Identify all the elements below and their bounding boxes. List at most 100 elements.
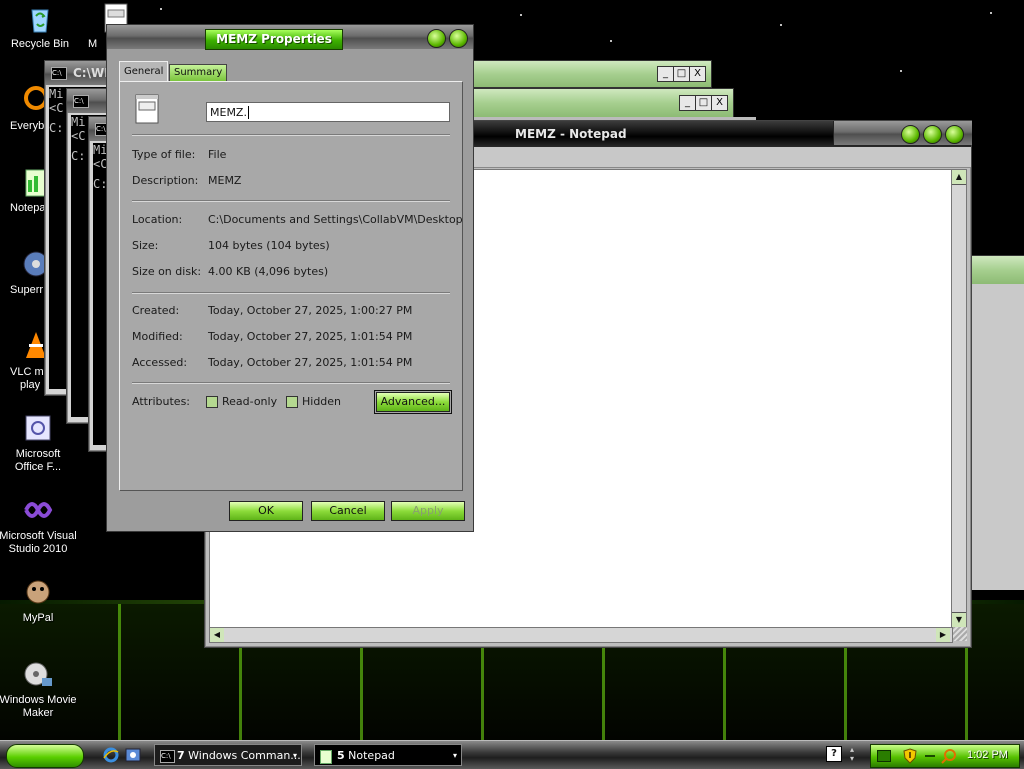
- modified-value: Today, October 27, 2025, 1:01:54 PM: [208, 330, 413, 343]
- task-count: 5: [337, 749, 345, 762]
- description-label: Description:: [132, 174, 199, 187]
- star: [780, 24, 782, 26]
- tab-general[interactable]: General: [119, 61, 169, 81]
- apply-button[interactable]: Apply: [391, 501, 465, 521]
- star: [900, 70, 902, 72]
- maximize-button[interactable]: □: [673, 66, 690, 82]
- mypal-browser-icon: [22, 576, 54, 608]
- maximize-button[interactable]: □: [695, 95, 712, 111]
- media-icon[interactable]: [124, 746, 142, 764]
- tray-expand-icon[interactable]: ▴ ▾: [850, 745, 854, 763]
- chevron-down-icon: ▾: [292, 751, 297, 760]
- minimize-button[interactable]: _: [679, 95, 696, 111]
- tab-summary[interactable]: Summary: [169, 64, 228, 82]
- filename-text: MEMZ.: [210, 106, 247, 119]
- maximize-orb-button[interactable]: [923, 125, 942, 144]
- advanced-button[interactable]: Advanced...: [374, 390, 452, 414]
- hidden-label: Hidden: [302, 395, 342, 408]
- size-on-disk-value: 4.00 KB (4,096 bytes): [208, 265, 329, 278]
- readonly-label: Read-only: [222, 395, 278, 408]
- separator: [132, 200, 450, 202]
- accessed-value: Today, October 27, 2025, 1:01:54 PM: [208, 356, 413, 369]
- help-orb-button[interactable]: [427, 29, 446, 48]
- desktop-icon-mypal[interactable]: MyPal: [0, 576, 78, 625]
- description-value: MEMZ: [208, 174, 242, 187]
- close-button[interactable]: X: [711, 95, 728, 111]
- volume-icon[interactable]: [925, 755, 935, 757]
- type-label: Type of file:: [132, 148, 196, 161]
- general-tab-pane: MEMZ. Type of file: File Description: ME…: [119, 81, 463, 491]
- background-window-body: [970, 284, 1024, 590]
- size-label: Size:: [132, 239, 159, 252]
- start-button[interactable]: [6, 744, 84, 768]
- properties-title: MEMZ Properties: [205, 29, 343, 50]
- readonly-checkbox[interactable]: [206, 396, 218, 408]
- desktop-icon-label-2: Studio 2010: [8, 543, 68, 555]
- close-orb-button[interactable]: [449, 29, 468, 48]
- location-value: C:\Documents and Settings\CollabVM\Deskt…: [208, 213, 463, 226]
- internet-explorer-icon[interactable]: [102, 746, 120, 764]
- desktop-icon-movie-maker[interactable]: Windows Movie Maker: [0, 658, 78, 720]
- text-file-icon: [134, 94, 160, 124]
- taskbar-button-notepad[interactable]: 5 Notepad ▾: [314, 744, 462, 766]
- desktop-icon-label: Windows Movie: [0, 694, 77, 706]
- system-tray: 1:02 PM: [870, 744, 1020, 768]
- clock[interactable]: 1:02 PM: [967, 749, 1008, 761]
- created-value: Today, October 27, 2025, 1:00:27 PM: [208, 304, 413, 317]
- console-icon: C:\: [160, 750, 175, 763]
- taskbar: C:\ 7 Windows Comman... ▾ 5 Notepad ▾ ? …: [0, 740, 1024, 769]
- background-window-fragment[interactable]: [970, 255, 1024, 285]
- help-icon[interactable]: ?: [826, 746, 842, 762]
- desktop-icon-recycle-bin[interactable]: Recycle Bin: [0, 2, 80, 51]
- properties-dialog[interactable]: MEMZ Properties General Summary MEMZ. Ty…: [106, 24, 474, 532]
- horizontal-scrollbar[interactable]: ◀ ▶: [209, 627, 953, 643]
- cancel-button[interactable]: Cancel: [311, 501, 385, 521]
- minimize-orb-button[interactable]: [901, 125, 920, 144]
- scroll-up-arrow-icon[interactable]: ▲: [952, 170, 966, 185]
- close-orb-button[interactable]: [945, 125, 964, 144]
- star: [990, 12, 992, 14]
- vertical-scrollbar[interactable]: ▲ ▼: [951, 169, 967, 629]
- search-tray-icon[interactable]: [941, 748, 957, 764]
- visual-studio-icon: [22, 494, 54, 526]
- office-app-icon: [22, 412, 54, 444]
- console-icon: C:\: [51, 67, 67, 80]
- size-on-disk-label: Size on disk:: [132, 265, 202, 278]
- properties-titlebar[interactable]: MEMZ Properties: [107, 25, 473, 50]
- recycle-bin-icon: [24, 2, 56, 34]
- notepad-icon: [320, 750, 332, 764]
- desktop-icon-label: MyPal: [22, 612, 54, 624]
- ok-button[interactable]: OK: [229, 501, 303, 521]
- separator: [132, 292, 450, 294]
- task-count: 7: [177, 749, 185, 762]
- text-caret: [247, 106, 249, 119]
- star: [160, 8, 162, 10]
- task-label: Windows Comman...: [188, 749, 301, 762]
- desktop-icon-label: Microsoft Visual: [0, 530, 77, 542]
- console-title: C:\WI: [73, 66, 109, 80]
- accessed-label: Accessed:: [132, 356, 188, 369]
- star: [520, 14, 522, 16]
- desktop-icon-label: Microsoft: [15, 448, 61, 460]
- background-window-titlebar-1[interactable]: _ □ X: [472, 60, 712, 88]
- minimize-button[interactable]: _: [657, 66, 674, 82]
- size-value: 104 bytes (104 bytes): [208, 239, 330, 252]
- scroll-left-arrow-icon[interactable]: ◀: [210, 628, 224, 642]
- scroll-down-arrow-icon[interactable]: ▼: [952, 612, 966, 627]
- desktop-icon-label: Recycle Bin: [10, 38, 70, 50]
- background-window-titlebar-2[interactable]: _ □ X: [472, 88, 734, 118]
- close-button[interactable]: X: [689, 66, 706, 82]
- taskbar-button-command-prompt[interactable]: C:\ 7 Windows Comman... ▾: [154, 744, 302, 766]
- type-value: File: [208, 148, 227, 161]
- network-icon[interactable]: [877, 750, 891, 762]
- star: [610, 40, 612, 42]
- security-shield-icon[interactable]: [903, 748, 917, 764]
- desktop-icon-label-2: Office F...: [14, 461, 62, 473]
- separator: [132, 382, 450, 384]
- scroll-right-arrow-icon[interactable]: ▶: [936, 628, 950, 642]
- desktop-icon-visual-studio[interactable]: Microsoft Visual Studio 2010: [0, 494, 78, 556]
- hidden-checkbox[interactable]: [286, 396, 298, 408]
- resize-grip-icon[interactable]: [953, 627, 967, 641]
- filename-input[interactable]: MEMZ.: [206, 102, 450, 122]
- notepad-title: MEMZ - Notepad: [515, 127, 627, 141]
